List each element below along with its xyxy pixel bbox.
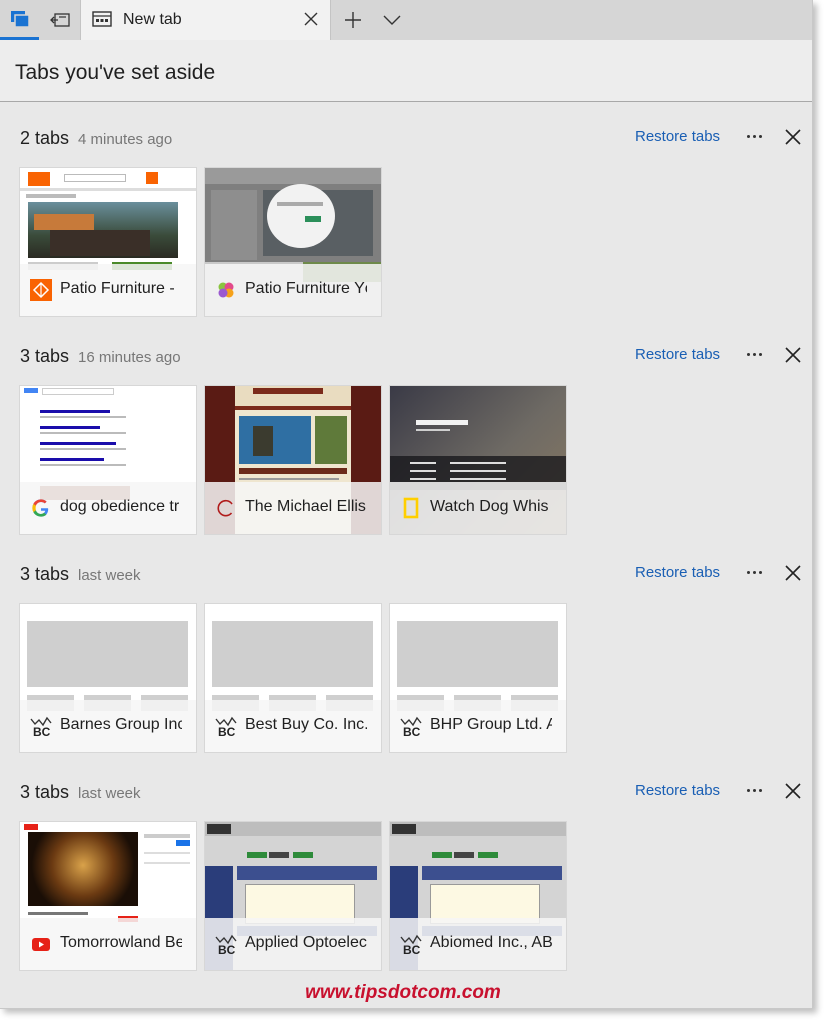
card-title: Barnes Group Inc bbox=[60, 716, 182, 733]
close-icon[interactable] bbox=[785, 783, 801, 799]
tab-label: New tab bbox=[123, 11, 182, 28]
tab-card[interactable]: Tomorrowland Be bbox=[20, 822, 196, 970]
watermark: www.tipsdotcom.com bbox=[305, 982, 501, 1003]
bc-chart-icon: BC bbox=[30, 716, 52, 737]
panel-title: Tabs you've set aside bbox=[15, 61, 216, 84]
group-tab-count: 3 tabs bbox=[20, 782, 70, 802]
more-options-icon[interactable] bbox=[741, 562, 767, 582]
tab-strip: New tab bbox=[0, 0, 812, 40]
group-timestamp: 4 minutes ago bbox=[78, 131, 173, 148]
card-title: Patio Furniture - bbox=[60, 280, 175, 297]
card-footer: Tomorrowland Be bbox=[20, 918, 196, 970]
card-footer: The Michael Ellis bbox=[205, 482, 381, 534]
tab-card[interactable]: Patio Furniture - bbox=[20, 168, 196, 316]
card-title: dog obedience tr bbox=[60, 498, 180, 515]
tab-group: 3 tabs last week Restore tabs BC Barnes … bbox=[0, 538, 812, 756]
restore-tabs-link[interactable]: Restore tabs bbox=[635, 346, 720, 363]
tab-group: 2 tabs 4 minutes ago Restore tabs Patio … bbox=[0, 102, 812, 320]
more-options-icon[interactable] bbox=[741, 780, 767, 800]
group-tab-count: 3 tabs bbox=[20, 346, 70, 366]
bc-chart-icon: BC bbox=[400, 934, 422, 955]
tab-group: 3 tabs 16 minutes ago Restore tabs dog o… bbox=[0, 320, 812, 538]
restore-tabs-link[interactable]: Restore tabs bbox=[635, 782, 720, 799]
loading-spinner-icon bbox=[217, 499, 233, 517]
new-tab-button[interactable] bbox=[334, 0, 372, 40]
more-options-icon[interactable] bbox=[741, 126, 767, 146]
tab-preview-button[interactable] bbox=[373, 0, 411, 40]
card-footer: BC Applied Optoelec bbox=[205, 918, 381, 970]
nat-geo-icon bbox=[403, 497, 419, 519]
tab-card[interactable]: BC Barnes Group Inc bbox=[20, 604, 196, 752]
card-title: Applied Optoelec bbox=[245, 934, 367, 951]
close-icon[interactable] bbox=[785, 347, 801, 363]
restore-tabs-link[interactable]: Restore tabs bbox=[635, 564, 720, 581]
tabs-aside-button[interactable] bbox=[0, 0, 39, 40]
card-title: The Michael Ellis bbox=[245, 498, 366, 515]
more-options-icon[interactable] bbox=[741, 344, 767, 364]
home-depot-icon bbox=[30, 279, 52, 301]
set-aside-button[interactable] bbox=[40, 0, 79, 40]
tab-card[interactable]: BC Abiomed Inc., AB bbox=[390, 822, 566, 970]
card-footer: Patio Furniture Yc bbox=[205, 264, 381, 316]
set-aside-icon bbox=[49, 13, 70, 27]
close-tab-icon[interactable] bbox=[304, 12, 318, 26]
card-footer: BC Abiomed Inc., AB bbox=[390, 918, 566, 970]
svg-text:BC: BC bbox=[33, 725, 51, 737]
tab-card[interactable]: The Michael Ellis bbox=[205, 386, 381, 534]
card-title: Abiomed Inc., AB bbox=[430, 934, 552, 951]
card-footer: Patio Furniture - bbox=[20, 264, 196, 316]
close-icon[interactable] bbox=[785, 129, 801, 145]
card-title: Watch Dog Whis bbox=[430, 498, 549, 515]
close-icon[interactable] bbox=[785, 565, 801, 581]
restore-tabs-link[interactable]: Restore tabs bbox=[635, 128, 720, 145]
edge-window: New tab Tabs you've set aside 2 tabs 4 m… bbox=[0, 0, 813, 1009]
tab-card[interactable]: Patio Furniture Yc bbox=[205, 168, 381, 316]
svg-text:BC: BC bbox=[403, 725, 421, 737]
card-title: BHP Group Ltd. A bbox=[430, 716, 552, 733]
tab-new-tab[interactable]: New tab bbox=[80, 0, 331, 40]
plus-icon bbox=[345, 12, 361, 28]
svg-text:BC: BC bbox=[403, 943, 421, 955]
google-icon bbox=[32, 499, 49, 517]
card-footer: BC Barnes Group Inc bbox=[20, 700, 196, 752]
panel-header: Tabs you've set aside bbox=[0, 40, 812, 102]
tab-page-icon bbox=[92, 11, 112, 27]
group-timestamp: last week bbox=[78, 785, 141, 802]
tab-card[interactable]: BC Applied Optoelec bbox=[205, 822, 381, 970]
svg-text:BC: BC bbox=[218, 725, 236, 737]
card-title: Patio Furniture Yc bbox=[245, 280, 367, 297]
group-tab-count: 2 tabs bbox=[20, 128, 70, 148]
group-tab-count: 3 tabs bbox=[20, 564, 70, 584]
card-footer: BC Best Buy Co. Inc., bbox=[205, 700, 381, 752]
bc-chart-icon: BC bbox=[215, 934, 237, 955]
card-footer: dog obedience tr bbox=[20, 482, 196, 534]
bc-chart-icon: BC bbox=[400, 716, 422, 737]
youtube-icon bbox=[32, 938, 50, 951]
card-title: Best Buy Co. Inc., bbox=[245, 716, 367, 733]
card-title: Tomorrowland Be bbox=[60, 934, 182, 951]
group-timestamp: 16 minutes ago bbox=[78, 349, 181, 366]
tab-card[interactable]: Watch Dog Whis bbox=[390, 386, 566, 534]
tab-group: 3 tabs last week Restore tabs Tomorrowla… bbox=[0, 756, 812, 974]
card-footer: BC BHP Group Ltd. A bbox=[390, 700, 566, 752]
svg-text:BC: BC bbox=[218, 943, 236, 955]
tab-card[interactable]: BC BHP Group Ltd. A bbox=[390, 604, 566, 752]
tabs-aside-icon bbox=[10, 10, 30, 28]
tab-card[interactable]: dog obedience tr bbox=[20, 386, 196, 534]
bc-chart-icon: BC bbox=[215, 716, 237, 737]
tab-card[interactable]: BC Best Buy Co. Inc., bbox=[205, 604, 381, 752]
group-timestamp: last week bbox=[78, 567, 141, 584]
pinwheel-icon bbox=[218, 282, 234, 298]
card-footer: Watch Dog Whis bbox=[390, 482, 566, 534]
chevron-down-icon bbox=[383, 15, 401, 25]
